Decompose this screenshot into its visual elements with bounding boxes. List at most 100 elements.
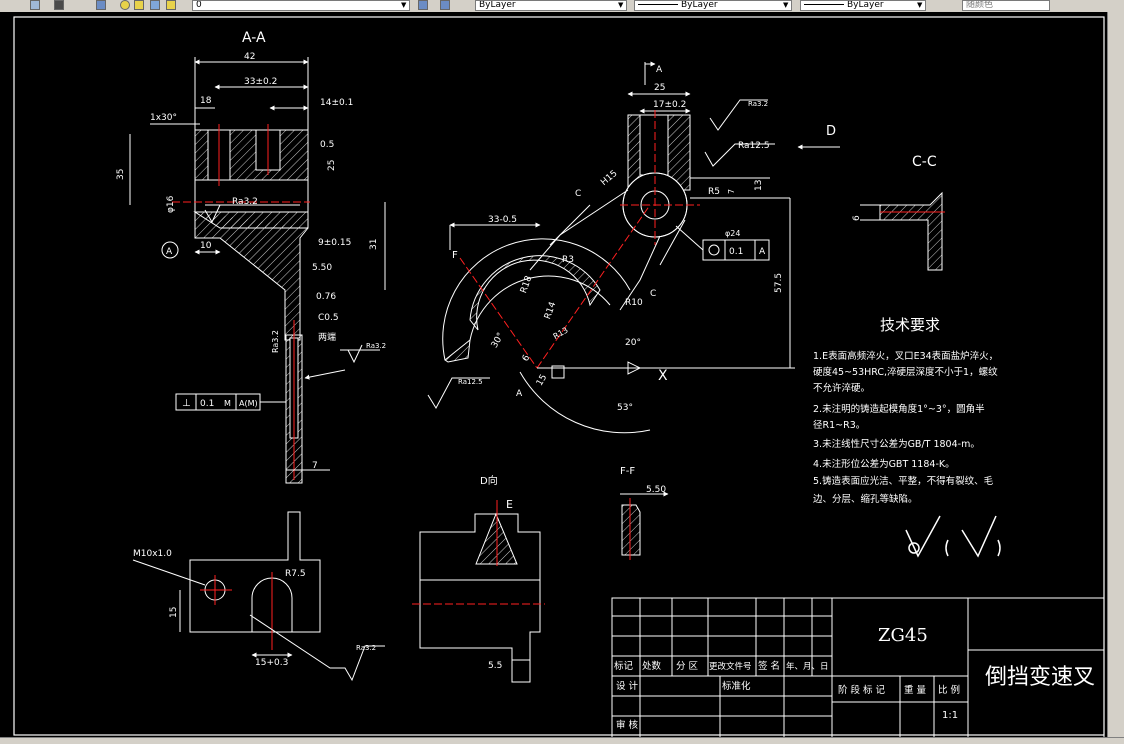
dim-r14: R14	[543, 300, 559, 320]
dim-31: 31	[369, 239, 379, 250]
label-e: E	[506, 498, 513, 511]
linetype-dropdown[interactable]: ByLayer ▼	[634, 0, 792, 11]
roughness-bottom: Ra3.2	[356, 644, 376, 652]
header-review: 审 核	[616, 719, 639, 731]
tech-req-title: 技术要求	[880, 316, 940, 334]
dim-15-bottom: 15+0.3	[255, 658, 288, 668]
light-bulb-icon[interactable]	[120, 0, 130, 10]
dim-r10: R10	[625, 298, 643, 308]
dim-10: 10	[200, 241, 212, 251]
sun-icon[interactable]	[134, 0, 144, 10]
layers-icon[interactable]	[96, 0, 106, 10]
tech-req-line3: 不允许淬硬。	[813, 382, 870, 394]
chevron-down-icon: ▼	[917, 1, 923, 9]
header-date: 年、月、日	[786, 661, 829, 672]
dim-7-main: 7	[727, 189, 736, 194]
tech-req-line5: 径R1~R3。	[813, 419, 865, 431]
dim-13: 13	[754, 180, 764, 191]
dim-c0.5: C0.5	[318, 313, 339, 323]
dim-20: 20°	[625, 338, 641, 348]
dim-17: 17±0.2	[653, 100, 686, 110]
label-a-top: A	[656, 65, 663, 75]
dim-33-main: 33-0.5	[488, 215, 517, 225]
lock-icon[interactable]	[150, 0, 160, 10]
dim-phi16: φ16	[166, 195, 176, 213]
header-zone: 分 区	[676, 661, 699, 672]
header-stage: 阶 段 标 记	[838, 684, 886, 696]
layer-manager-icon[interactable]	[30, 0, 40, 10]
header-scale: 比 例	[938, 684, 960, 696]
vertical-scrollbar[interactable]	[1107, 12, 1124, 737]
tolerance-value: 0.1	[200, 399, 214, 409]
tech-req-line2: 硬度45~53HRC,淬硬层深度不小于1，螺纹	[813, 366, 998, 378]
header-design: 设 计	[616, 680, 639, 692]
dim-5.50: 5.50	[312, 263, 332, 273]
dim-6: 6	[521, 353, 533, 363]
label-c1: C	[575, 189, 581, 199]
bottom-left-view: M10x1.0 R7.5 15 15+0.3 Ra3.2	[132, 511, 385, 682]
both-ends-label: 两端	[318, 331, 336, 343]
layer-value: 0	[196, 0, 202, 10]
make-current-icon[interactable]	[418, 0, 428, 10]
roughness-3.2: Ra3.2	[232, 197, 258, 207]
tech-req-line8: 5.铸造表面应光洁、平整，不得有裂纹、毛	[813, 475, 994, 487]
dim-15-main: 15	[535, 373, 549, 388]
dim-r3: R3	[562, 255, 574, 265]
layer-dropdown[interactable]: 0 ▼	[192, 0, 410, 11]
header-weight: 重 量	[904, 684, 927, 696]
label-a-bottom: A	[516, 389, 523, 399]
dim-0.76: 0.76	[316, 292, 336, 302]
view-d: D向 E 5.5	[412, 474, 545, 683]
dim-h15: H15	[599, 169, 619, 188]
dim-57.5: 57.5	[774, 273, 784, 293]
dim-r13: R13	[552, 326, 570, 342]
dim-35: 35	[116, 169, 126, 180]
lineweight-dropdown[interactable]: ByLayer ▼	[800, 0, 926, 11]
dim-0.5: 0.5	[320, 140, 334, 150]
dim-42: 42	[244, 52, 255, 62]
tolerance-am: A(M)	[239, 399, 258, 408]
layer-state-icon[interactable]	[54, 0, 64, 10]
color-dropdown[interactable]: ByLayer ▼	[475, 0, 627, 11]
chamfer-label: 1x30°	[150, 113, 177, 123]
dim-18: 18	[200, 96, 212, 106]
section-aa-view: A-A 42 33±0.2 18 14±0.1 1x30° 35 0.5 25 …	[116, 30, 386, 484]
roughness-left: Ra3.2	[271, 330, 280, 353]
dim-14: 14±0.1	[320, 98, 353, 108]
dim-5.5: 5.5	[488, 661, 502, 671]
dim-r18: R18	[519, 274, 535, 294]
svg-text:⊥: ⊥	[182, 398, 191, 409]
header-count: 处数	[642, 660, 662, 672]
plotstyle-dropdown[interactable]: 随颜色	[962, 0, 1050, 11]
dim-25: 25	[327, 160, 337, 171]
roughness-right: Ra3.2	[366, 342, 386, 350]
header-docno: 更改文件号	[709, 661, 752, 672]
chevron-down-icon: ▼	[401, 1, 407, 9]
dim-25-main: 25	[654, 83, 665, 93]
roughness-top: Ra3.2	[748, 100, 768, 108]
section-ff-title: F-F	[620, 466, 635, 477]
dim-r5: R5	[708, 187, 720, 197]
plotstyle-value: 随颜色	[966, 0, 994, 10]
roughness-12.5b: Ra12.5	[458, 378, 483, 386]
tech-req-line9: 边、分层、缩孔等缺陷。	[813, 493, 918, 505]
dim-9: 9±0.15	[318, 238, 351, 248]
section-ff-view: F-F 5.50	[620, 466, 669, 560]
drawing-canvas[interactable]: A-A 42 33±0.2 18 14±0.1 1x30° 35 0.5 25 …	[0, 12, 1107, 739]
view-d-label: D	[826, 124, 836, 139]
scale-value: 1:1	[942, 710, 958, 721]
layer-previous-icon[interactable]	[440, 0, 450, 10]
chevron-down-icon: ▼	[618, 1, 624, 9]
view-d-title: D向	[480, 474, 498, 487]
header-std: 标准化	[722, 680, 751, 692]
label-f: F	[452, 250, 458, 261]
dim-53: 53°	[617, 403, 633, 413]
roughness-12.5: Ra12.5	[738, 141, 770, 151]
technical-requirements: 技术要求 1.E表面高频淬火，叉口E34表面盐炉淬火， 硬度45~53HRC,淬…	[813, 316, 998, 505]
position-datum: A	[759, 247, 766, 257]
position-tolerance: 0.1	[729, 247, 743, 257]
dim-phi24: φ24	[725, 229, 740, 238]
color-square-icon[interactable]	[166, 0, 176, 10]
tech-req-line6: 3.未注线性尺寸公差为GB/T 1804-m。	[813, 438, 980, 450]
dim-15-left: 15	[169, 607, 179, 618]
